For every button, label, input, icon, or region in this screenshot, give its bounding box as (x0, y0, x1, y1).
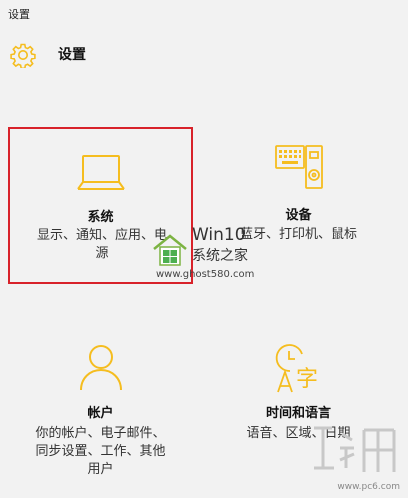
windows-house-logo (153, 234, 187, 266)
gear-icon (10, 43, 36, 68)
page-title: 设置 (58, 47, 86, 63)
watermark-win10: Win10 系统之家 www.ghost580.com (152, 225, 264, 285)
tile-devices-label: 设备 (285, 208, 312, 223)
tile-accounts-desc-line: 同步设置、工作、其他 (35, 444, 166, 459)
tile-system-label: 系统 (87, 210, 114, 225)
clock-language-icon: 字 (275, 344, 318, 393)
tile-accounts-desc-line: 你的帐户、电子邮件、 (35, 426, 166, 441)
window-title: 设置 (8, 8, 30, 21)
watermark-corner-url: www.pc6.com (337, 482, 400, 492)
devices-icon (275, 145, 323, 189)
settings-header: 设置 (10, 40, 86, 70)
tile-time-language-label: 时间和语言 (265, 406, 331, 421)
watermark-corner: www.pc6.com (308, 420, 404, 494)
watermark-brand: Win10 (192, 225, 246, 245)
watermark-sub: 系统之家 (192, 248, 248, 264)
tile-accounts[interactable]: 帐户 你的帐户、电子邮件、 同步设置、工作、其他 用户 (8, 342, 193, 482)
tile-accounts-label: 帐户 (87, 406, 114, 421)
watermark-url: www.ghost580.com (156, 269, 255, 280)
pc6-logo (314, 426, 396, 472)
svg-text:字: 字 (296, 367, 318, 392)
laptop-icon (77, 155, 125, 190)
tile-accounts-desc-line: 用户 (87, 462, 114, 477)
settings-window: 设置 设置 系统 显示、通知、应用、电 源 设备 蓝牙、打印机、鼠标 帐户 你的… (0, 0, 408, 498)
tile-accounts-desc: 你的帐户、电子邮件、 同步设置、工作、其他 用户 (18, 425, 183, 479)
person-icon (80, 345, 122, 391)
